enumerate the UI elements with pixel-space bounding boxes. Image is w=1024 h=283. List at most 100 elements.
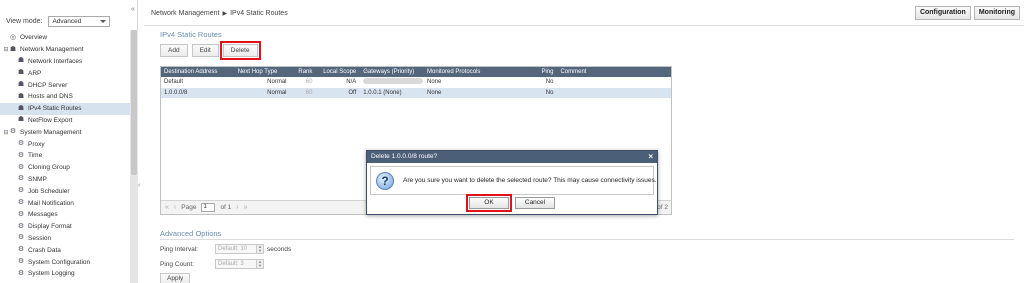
- gear-icon: ⚙: [9, 128, 17, 136]
- collapse-sidebar-icon[interactable]: «: [131, 6, 135, 13]
- table-cell-gateway: 1.0.0.1 (None): [363, 89, 402, 96]
- sidebar-item-time[interactable]: ⚙ Time: [0, 150, 130, 162]
- add-button[interactable]: Add: [160, 44, 188, 57]
- sidebar-item-snmp[interactable]: ⚙ SNMP: [0, 174, 130, 186]
- column-header[interactable]: Gateways (Priority): [360, 67, 424, 77]
- sidebar-item-session[interactable]: ⚙ Session: [0, 233, 130, 245]
- action-toolbar: Add Edit Delete: [160, 41, 261, 60]
- cancel-button[interactable]: Cancel: [515, 197, 555, 209]
- sidebar-item-ipv4-static-routes[interactable]: ☗ IPv4 Static Routes: [0, 102, 130, 115]
- table-cell-comment: [557, 88, 671, 99]
- ping-interval-spinner[interactable]: ▲ ▼: [257, 244, 264, 254]
- sidebar-item-job-scheduler[interactable]: ⚙ Job Scheduler: [0, 185, 130, 197]
- sidebar-item-hosts-and-dns[interactable]: ☗ Hosts and DNS: [0, 91, 130, 103]
- sidebar-item-label: IPv4 Static Routes: [28, 105, 82, 113]
- sidebar-item-system-configuration[interactable]: ⚙ System Configuration: [0, 256, 130, 268]
- close-icon[interactable]: ×: [648, 151, 653, 163]
- ping-interval-input[interactable]: Default: 10: [215, 244, 257, 254]
- breadcrumb-parent[interactable]: Network Management: [151, 10, 219, 17]
- sidebar-item-dhcp-server[interactable]: ☗ DHCP Server: [0, 79, 130, 91]
- prev-page-icon[interactable]: ‹: [174, 204, 176, 211]
- sidebar-item-label: Job Scheduler: [28, 187, 70, 195]
- sidebar-item-netflow-export[interactable]: ☗ NetFlow Export: [0, 115, 130, 127]
- gear-icon: ⚙: [17, 269, 25, 277]
- sidebar-scrollbar-thumb[interactable]: [131, 30, 137, 175]
- delete-button[interactable]: Delete: [219, 41, 261, 60]
- sidebar-item-label: Overview: [20, 34, 48, 42]
- ping-count-row: Ping Count: Default: 3 ▲ ▼: [160, 259, 264, 269]
- page-number-input[interactable]: 1: [201, 203, 216, 212]
- ping-interval-unit: seconds: [267, 245, 292, 253]
- sidebar-item-proxy[interactable]: ⚙ Proxy: [0, 138, 130, 150]
- column-header[interactable]: Monitored Protocols: [424, 67, 526, 77]
- apply-button[interactable]: Apply: [160, 273, 191, 283]
- sidebar-item-label: Network Management: [20, 46, 84, 54]
- ping-count-input[interactable]: Default: 3: [215, 259, 257, 269]
- gear-icon: ⚙: [17, 210, 25, 218]
- spin-down-icon[interactable]: ▼: [258, 263, 262, 268]
- edit-button[interactable]: Edit: [191, 44, 219, 57]
- page-label: Page: [181, 204, 197, 211]
- last-page-icon[interactable]: »: [244, 204, 248, 211]
- column-header[interactable]: Local Scope: [316, 67, 360, 77]
- ping-count-label: Ping Count:: [160, 260, 194, 268]
- column-header[interactable]: Ping: [526, 67, 558, 77]
- network-icon: ☗: [17, 104, 25, 112]
- table-cell-rank: 60: [305, 89, 313, 96]
- question-icon: ?: [376, 172, 394, 190]
- navigation-tree: ◎ Overview ⊟ ☗ Network Management ☗ Network In…: [0, 32, 130, 280]
- sidebar-item-arp[interactable]: ☗ ARP: [0, 67, 130, 79]
- table-cell-gateway: [360, 77, 424, 88]
- configuration-button[interactable]: Configuration: [914, 6, 971, 20]
- sidebar-item-label: Network Interfaces: [28, 57, 83, 65]
- chevron-down-icon: [100, 20, 107, 23]
- table-cell-protocols: None: [427, 79, 442, 85]
- gear-icon: ⚙: [17, 187, 25, 195]
- table-cell-nexthop: Normal: [267, 79, 287, 85]
- table-cell-dest: Default: [164, 79, 184, 85]
- table-cell-scope: Off: [348, 89, 357, 96]
- sidebar-item-system-management[interactable]: ⊟ ⚙ System Management: [0, 126, 130, 138]
- sidebar-item-network-management[interactable]: ⊟ ☗ Network Management: [0, 44, 130, 56]
- spin-down-icon[interactable]: ▼: [258, 248, 262, 253]
- ping-count-spinner[interactable]: ▲ ▼: [257, 259, 264, 269]
- sidebar-item-label: Messages: [28, 211, 58, 219]
- sidebar-item-display-format[interactable]: ⚙ Display Format: [0, 221, 130, 233]
- view-mode: View mode: Advanced: [6, 16, 111, 27]
- column-header[interactable]: Rank: [290, 67, 316, 77]
- gear-icon: ⚙: [17, 175, 25, 183]
- column-header[interactable]: Next Hop Type: [235, 67, 291, 77]
- sidebar-item-network-interfaces[interactable]: ☗ Network Interfaces: [0, 56, 130, 68]
- breadcrumb-current: IPv4 Static Routes: [230, 10, 288, 17]
- table-row[interactable]: 1.0.0.0/8 Normal 60 Off 1.0.0.1 (None) None No: [161, 87, 671, 99]
- sidebar-item-messages[interactable]: ⚙ Messages: [0, 209, 130, 221]
- column-header[interactable]: Destination Address: [161, 67, 235, 77]
- monitoring-button[interactable]: Monitoring: [973, 6, 1020, 20]
- sidebar-item-system-logging[interactable]: ⚙ System Logging: [0, 268, 130, 280]
- sidebar-item-overview[interactable]: ◎ Overview: [0, 32, 130, 44]
- mode-buttons: Configuration Monitoring: [914, 6, 1020, 20]
- sidebar-item-label: Session: [28, 234, 52, 242]
- expand-sidebar-icon[interactable]: ‹: [138, 182, 140, 189]
- first-page-icon[interactable]: «: [165, 204, 169, 211]
- overview-icon: ◎: [9, 33, 17, 41]
- advanced-options-title: Advanced Options: [160, 229, 222, 238]
- table-cell-dest: 1.0.0.0/8: [164, 89, 188, 96]
- sidebar-item-label: Proxy: [28, 140, 45, 148]
- ok-button[interactable]: OK: [466, 194, 512, 212]
- view-mode-select[interactable]: Advanced: [48, 16, 111, 27]
- sidebar-item-label: System Management: [20, 128, 82, 136]
- redacted-value: [363, 78, 424, 85]
- dialog-body: ? Are you sure you want to delete the se…: [370, 166, 657, 195]
- sidebar-scrollbar[interactable]: [130, 30, 138, 283]
- column-header[interactable]: Comment: [557, 67, 671, 77]
- sidebar-item-crash-data[interactable]: ⚙ Crash Data: [0, 244, 130, 256]
- next-page-icon[interactable]: ›: [236, 204, 238, 211]
- sidebar-item-label: DHCP Server: [28, 81, 68, 89]
- breadcrumb-separator-icon: ▶: [222, 11, 228, 17]
- table-row[interactable]: Default Normal 60 N/A None No: [161, 77, 671, 88]
- sidebar-item-cloning-group[interactable]: ⚙ Cloning Group: [0, 162, 130, 174]
- sidebar-item-mail-notification[interactable]: ⚙ Mail Notification: [0, 197, 130, 209]
- dialog-message: Are you sure you want to delete the sele…: [403, 177, 657, 184]
- sidebar-item-label: System Configuration: [28, 258, 91, 266]
